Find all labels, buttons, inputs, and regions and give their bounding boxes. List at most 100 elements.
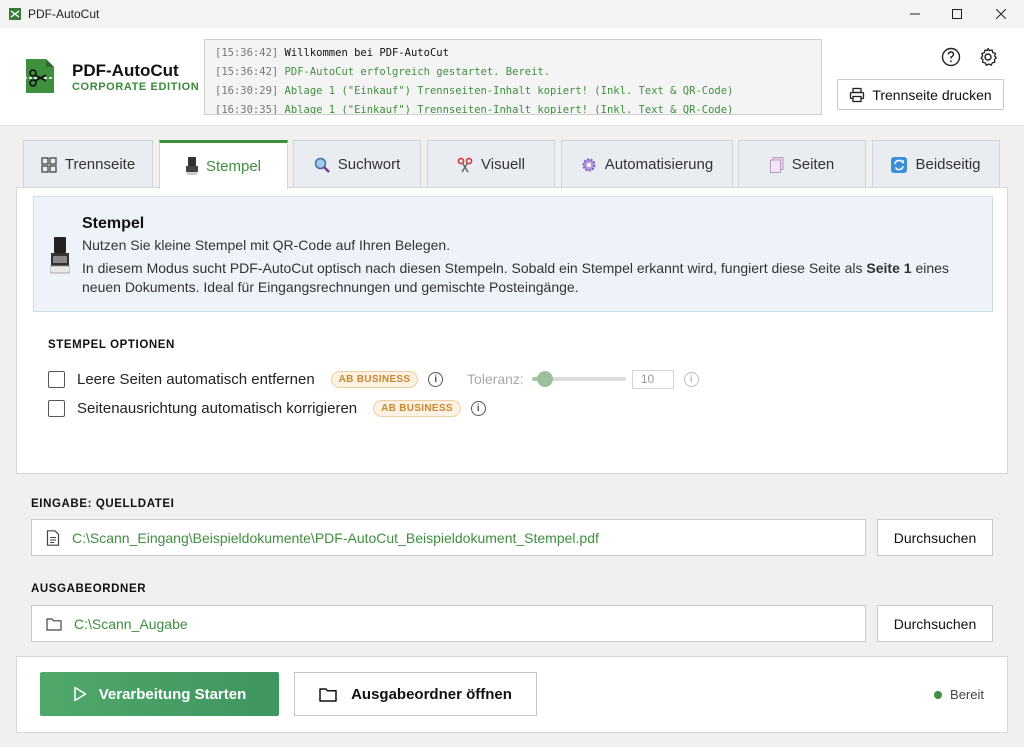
log-line: [15:36:42] PDF-AutoCut erfolgreich gesta… [215,64,811,83]
close-button[interactable] [978,0,1024,28]
start-processing-label: Verarbeitung Starten [98,685,247,703]
log-timestamp: [15:36:42] [215,66,279,78]
logo-icon [24,59,58,93]
tolerance-label: Toleranz: [467,371,524,387]
remove-empty-pages-checkbox[interactable] [48,370,65,388]
magnifier-icon [314,157,330,173]
open-output-folder-button[interactable]: Ausgabeordner öffnen [294,672,537,716]
options-heading: STEMPEL OPTIONEN [48,339,175,351]
app-header: PDF-AutoCut CORPORATE EDITION [15:36:42]… [0,28,1024,126]
scissors-icon [457,157,473,172]
status-indicator: Bereit [934,687,984,702]
tab-label: Stempel [205,157,262,175]
tab-label: Automatisierung [604,156,714,173]
document-icon [46,529,60,546]
remove-empty-pages-label[interactable]: Leere Seiten automatisch entfernen [77,371,315,388]
info-line-2-text: In diesem Modus sucht PDF-AutoCut optisc… [82,260,867,276]
refresh-icon [891,156,908,173]
tab-trennseite[interactable]: Trennseite [23,140,153,188]
tab-label: Seiten [791,156,835,173]
log-message: Ablage 1 ("Einkauf") Trennseiten-Inhalt … [284,85,734,97]
output-label: AUSGABEORDNER [31,583,147,595]
folder-icon [319,687,337,702]
info-icon[interactable]: i [683,371,699,387]
log-message: PDF-AutoCut erfolgreich gestartet. Berei… [284,66,551,78]
tab-label: Visuell [481,156,525,173]
output-browse-button[interactable]: Durchsuchen [877,605,993,642]
tab-suchwort[interactable]: Suchwort [293,140,421,188]
maximize-button[interactable] [934,0,980,28]
business-badge: AB BUSINESS [330,370,419,388]
input-path-field[interactable]: C:\Scann_Eingang\Beispieldokumente\PDF-A… [31,519,866,556]
status-dot [934,690,943,699]
tab-automatisierung[interactable]: Automatisierung [561,140,733,188]
info-icon[interactable]: i [428,371,444,387]
log-timestamp: [16:30:35] [215,104,279,115]
tab-seiten[interactable]: Seiten [738,140,866,188]
print-separator-button[interactable]: Trennseite drucken [837,79,1004,110]
input-label: EINGABE: QUELLDATEI [31,498,175,510]
stempel-panel: Stempel Nutzen Sie kleine Stempel mit QR… [16,187,1008,474]
app-icon [9,8,21,20]
input-path: C:\Scann_Eingang\Beispieldokumente\PDF-A… [72,529,599,546]
window-title: PDF-AutoCut [28,7,100,21]
option-fix-orientation: Seitenausrichtung automatisch korrigiere… [48,398,486,418]
tab-stempel[interactable]: Stempel [159,140,288,189]
input-browse-button[interactable]: Durchsuchen [877,519,993,556]
info-line-3: neuen Dokuments. Ideal für Eingangsrechn… [82,279,579,295]
log-message: Ablage 1 ("Einkauf") Trennseiten-Inhalt … [284,104,734,115]
start-processing-button[interactable]: Verarbeitung Starten [40,672,279,716]
log-line: [16:30:29] Ablage 1 ("Einkauf") Trennsei… [215,83,811,102]
maximize-icon [952,9,962,19]
info-line-2: In diesem Modus sucht PDF-AutoCut optisc… [82,260,949,276]
option-remove-empty-pages: Leere Seiten automatisch entfernen AB BU… [48,369,444,389]
brand-name: PDF-AutoCut [72,61,179,80]
tab-label: Suchwort [337,156,401,173]
output-path: C:\Scann_Augabe [74,615,188,632]
tab-label: Beidseitig [915,156,981,173]
title-bar: PDF-AutoCut [0,0,1024,28]
stamp-icon [50,237,70,274]
info-line-1: Nutzen Sie kleine Stempel mit QR-Code au… [82,237,451,253]
printer-icon [850,87,865,102]
gear-icon [980,47,997,66]
info-line-2-end: eines [911,260,949,276]
output-path-field[interactable]: C:\Scann_Augabe [31,605,866,642]
log-line: [16:30:35] Ablage 1 ("Einkauf") Trennsei… [215,102,811,115]
info-line-2-bold: Seite 1 [866,260,912,276]
grid-icon [41,156,57,173]
info-icon[interactable]: i [470,400,486,416]
fix-orientation-checkbox[interactable] [48,399,65,417]
close-icon [996,9,1006,19]
fix-orientation-label[interactable]: Seitenausrichtung automatisch korrigiere… [77,400,357,417]
status-text: Bereit [950,687,984,702]
info-box: Stempel Nutzen Sie kleine Stempel mit QR… [33,196,993,312]
folder-icon [46,617,62,631]
log-line: [15:36:42] Willkommen bei PDF-AutoCut [215,45,811,64]
stamp-icon [185,157,198,175]
log-console[interactable]: [15:36:42] Willkommen bei PDF-AutoCut [15… [204,39,822,115]
action-bar: Verarbeitung Starten Ausgabeordner öffne… [16,656,1008,733]
help-icon [941,47,961,67]
minimize-icon [910,13,920,15]
tolerance-slider-thumb[interactable] [536,371,553,387]
tolerance-control: Toleranz: 10 i [467,369,699,389]
tab-beidseitig[interactable]: Beidseitig [872,140,1000,188]
settings-button[interactable] [977,46,999,68]
log-timestamp: [15:36:42] [215,47,279,59]
info-title: Stempel [82,215,145,232]
tab-label: Trennseite [64,156,136,173]
open-output-folder-label: Ausgabeordner öffnen [351,685,512,703]
log-message: Willkommen bei PDF-AutoCut [284,47,449,59]
tolerance-field[interactable]: 10 [631,369,674,389]
help-button[interactable] [940,46,962,68]
minimize-button[interactable] [892,0,938,28]
log-timestamp: [16:30:29] [215,85,279,97]
brand-edition: CORPORATE EDITION [72,81,200,93]
business-badge: AB BUSINESS [373,399,461,417]
gear-icon [582,158,596,171]
tab-visuell[interactable]: Visuell [427,140,555,188]
play-icon [73,686,86,702]
pages-icon [769,156,784,173]
tolerance-slider[interactable] [531,371,626,387]
